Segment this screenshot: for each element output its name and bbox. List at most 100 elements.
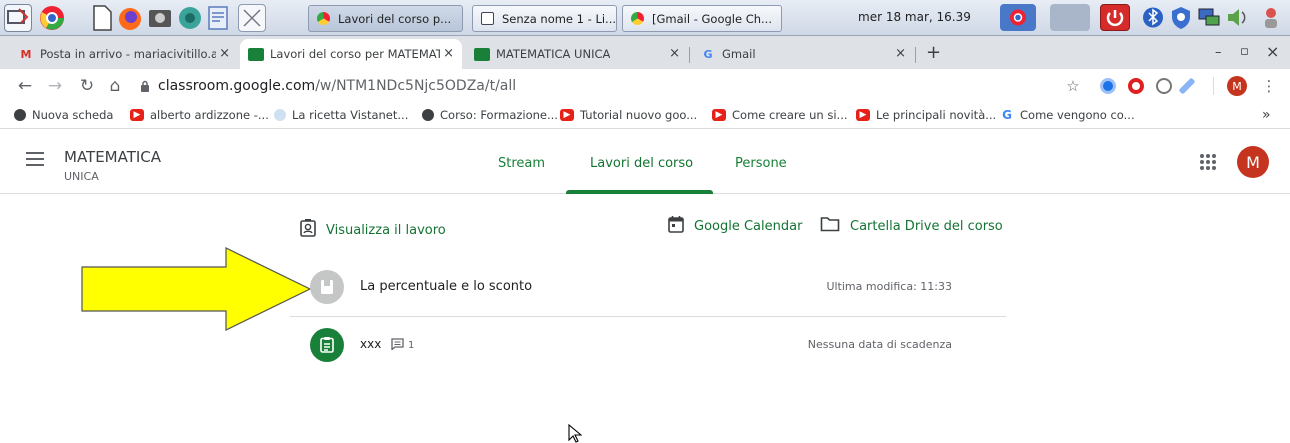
text-editor-icon[interactable] — [204, 4, 232, 32]
show-desktop-icon[interactable] — [4, 4, 32, 32]
drive-folder-link[interactable]: Cartella Drive del corso — [820, 216, 1003, 236]
comment-icon — [391, 338, 404, 353]
assignment-draft-icon — [310, 270, 344, 304]
maximize-window-button[interactable]: ▫ — [1240, 44, 1249, 59]
list-item[interactable]: xxx 1 Nessuna data di scadenza — [290, 318, 1006, 374]
active-tab-indicator — [566, 190, 713, 194]
pen-extension-icon[interactable] — [1178, 77, 1196, 95]
network-status-icon[interactable] — [1196, 4, 1222, 31]
network-app-icon[interactable] — [176, 4, 204, 32]
user-session-icon[interactable] — [1258, 4, 1284, 31]
tab-separator — [915, 47, 916, 63]
opera-extension-icon[interactable] — [1128, 78, 1144, 94]
tab-lavori-del-corso[interactable]: Lavori del corso per MATEMATI × — [240, 39, 462, 69]
assignment-title: La percentuale e lo sconto — [360, 279, 533, 294]
bookmark-item[interactable]: ▶ alberto ardizzone -... — [130, 108, 269, 122]
list-divider — [290, 316, 1006, 317]
taskbar-task-gmail[interactable]: [Gmail - Google Ch... — [622, 5, 782, 32]
url-bar[interactable]: classroom.google.com/w/NTM1NDc5Njc5ODZa/… — [140, 73, 1090, 99]
lock-icon — [140, 80, 150, 92]
volume-icon[interactable] — [1224, 4, 1250, 31]
back-arrow-icon[interactable]: ← — [14, 76, 36, 96]
assignment-icon — [310, 328, 344, 362]
more-bookmarks-button[interactable]: » — [1262, 107, 1271, 123]
bookmarks-bar: Nuova scheda ▶ alberto ardizzone -... La… — [0, 103, 1290, 129]
gmail-icon: M — [20, 47, 32, 61]
chrome-tray-icon[interactable] — [1000, 4, 1036, 31]
view-work-label: Visualizza il lavoro — [326, 222, 446, 238]
taskbar-task-classroom[interactable]: Lavori del corso p... — [308, 5, 463, 32]
camera-app-icon[interactable] — [146, 4, 174, 32]
bookmark-item[interactable]: G Come vengono co... — [1000, 108, 1135, 122]
security-shield-icon[interactable] — [1168, 4, 1194, 31]
list-item[interactable]: La percentuale e lo sconto Ultima modifi… — [290, 260, 1006, 316]
chrome-launcher-icon[interactable] — [38, 4, 66, 32]
folder-icon — [820, 216, 840, 236]
bookmark-star-icon[interactable]: ☆ — [1062, 77, 1084, 95]
bookmark-label: Le principali novità... — [876, 108, 997, 122]
bookmark-item[interactable]: ▶ Le principali novità... — [856, 108, 996, 122]
chrome-icon — [317, 12, 330, 25]
class-title[interactable]: MATEMATICA — [64, 148, 161, 166]
globe-icon — [422, 109, 434, 121]
toolbar-separator — [1213, 77, 1214, 95]
globe-icon — [14, 109, 26, 121]
tray-empty-slot — [1050, 4, 1090, 31]
taskbar-task-label: Lavori del corso p... — [338, 11, 452, 26]
bookmark-item[interactable]: Nuova scheda — [14, 108, 113, 122]
bookmark-label: La ricetta Vistanet... — [292, 108, 409, 122]
screenshot-tool-icon[interactable] — [238, 4, 266, 32]
tab-label: Posta in arrivo - mariacivitillo.al — [40, 47, 216, 61]
extension-icon-blue[interactable] — [1100, 78, 1116, 94]
eye-off-extension-icon[interactable] — [1156, 78, 1172, 94]
close-tab-icon[interactable]: × — [895, 46, 906, 61]
system-clock[interactable]: mer 18 mar, 16.39 — [858, 10, 971, 24]
bookmark-label: Tutorial nuovo goo... — [580, 108, 698, 122]
home-icon[interactable]: ⌂ — [104, 76, 126, 96]
tab-lavori-del-corso[interactable]: Lavori del corso — [590, 156, 693, 171]
shutdown-icon[interactable] — [1100, 4, 1130, 31]
tab-persone[interactable]: Persone — [735, 156, 787, 171]
google-calendar-link[interactable]: Google Calendar — [668, 215, 802, 237]
site-icon — [274, 109, 286, 121]
classroom-header: MATEMATICA UNICA Stream Lavori del corso… — [0, 130, 1290, 194]
taskbar-task-writer[interactable]: Senza nome 1 - Li... — [472, 5, 617, 32]
bookmark-item[interactable]: ▶ Tutorial nuovo goo... — [560, 108, 697, 122]
youtube-icon: ▶ — [856, 109, 870, 121]
document-icon — [481, 12, 494, 25]
tab-gmail-inbox[interactable]: M Posta in arrivo - mariacivitillo.al × — [10, 39, 238, 69]
bookmark-item[interactable]: Corso: Formazione... — [422, 108, 558, 122]
file-manager-icon[interactable] — [88, 4, 116, 32]
tab-matematica-unica[interactable]: MATEMATICA UNICA × — [466, 39, 688, 69]
google-apps-icon[interactable] — [1200, 154, 1216, 170]
firefox-icon[interactable] — [116, 4, 144, 32]
profile-card-icon — [300, 219, 316, 241]
avatar[interactable]: M — [1237, 146, 1269, 178]
profile-avatar-small[interactable]: M — [1227, 76, 1247, 96]
assignment-meta: Ultima modifica: 11:33 — [826, 280, 952, 293]
classroom-icon — [248, 47, 264, 61]
main-menu-icon[interactable] — [26, 152, 44, 166]
google-icon: G — [703, 47, 713, 61]
close-tab-icon[interactable]: × — [443, 46, 454, 61]
tab-stream[interactable]: Stream — [498, 156, 545, 171]
bookmark-item[interactable]: ▶ Come creare un si... — [712, 108, 848, 122]
minimize-window-button[interactable]: – — [1215, 45, 1222, 60]
assignment-meta: Nessuna data di scadenza — [807, 338, 952, 351]
close-tab-icon[interactable]: × — [219, 46, 230, 61]
close-tab-icon[interactable]: × — [669, 46, 680, 61]
forward-arrow-icon[interactable]: → — [44, 76, 66, 96]
bookmark-label: Corso: Formazione... — [440, 108, 558, 122]
browser-tab-strip: M Posta in arrivo - mariacivitillo.al × … — [0, 36, 1290, 69]
close-window-button[interactable]: × — [1266, 42, 1279, 61]
new-tab-button[interactable]: + — [926, 42, 941, 63]
bookmark-item[interactable]: La ricetta Vistanet... — [274, 108, 408, 122]
bluetooth-icon[interactable] — [1140, 4, 1166, 31]
class-section: UNICA — [64, 170, 99, 183]
drive-folder-label: Cartella Drive del corso — [850, 218, 1003, 234]
tab-gmail[interactable]: G Gmail × — [692, 39, 914, 69]
view-work-link[interactable]: Visualizza il lavoro — [300, 219, 446, 241]
reload-icon[interactable]: ↻ — [76, 76, 98, 96]
tab-label: Gmail — [722, 47, 756, 61]
browser-menu-icon[interactable]: ⋮ — [1258, 77, 1280, 95]
